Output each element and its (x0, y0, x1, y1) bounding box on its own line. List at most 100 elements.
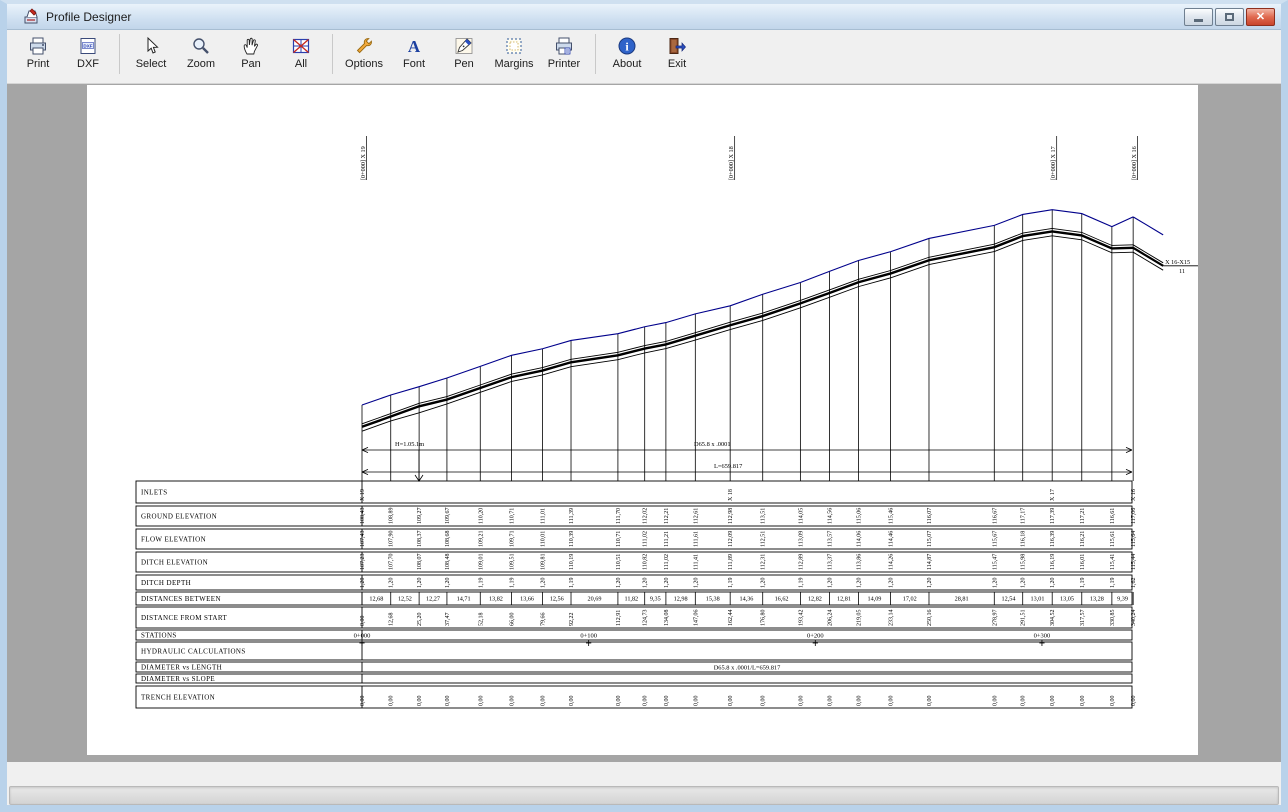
svg-text:DISTANCE FROM START: DISTANCE FROM START (141, 614, 228, 622)
svg-text:H=1.05.1m: H=1.05.1m (395, 441, 424, 448)
svg-text:14,71: 14,71 (457, 596, 471, 603)
svg-text:1,20: 1,20 (761, 578, 767, 589)
app-icon (24, 8, 38, 24)
svg-text:12,68: 12,68 (369, 596, 383, 603)
select-button[interactable]: Select (126, 32, 176, 76)
svg-text:1,19: 1,19 (1110, 578, 1116, 589)
svg-text:116,01: 116,01 (1080, 554, 1086, 570)
svg-text:15,38: 15,38 (706, 596, 720, 603)
svg-text:12,98: 12,98 (674, 596, 688, 603)
svg-text:12,56: 12,56 (550, 596, 564, 603)
svg-text:1,20: 1,20 (1021, 578, 1027, 589)
svg-text:109,67: 109,67 (445, 508, 451, 525)
svg-text:278,97: 278,97 (992, 610, 998, 627)
minimize-button[interactable] (1184, 7, 1213, 26)
svg-text:110,20: 110,20 (478, 508, 484, 524)
svg-text:0,00: 0,00 (360, 696, 366, 707)
svg-text:109,71: 109,71 (510, 531, 516, 548)
svg-text:HYDRAULIC CALCULATIONS: HYDRAULIC CALCULATIONS (141, 648, 246, 656)
svg-text:193,42: 193,42 (798, 610, 804, 627)
exit-button[interactable]: Exit (652, 32, 702, 76)
svg-text:14,09: 14,09 (867, 596, 881, 603)
about-button[interactable]: i About (602, 32, 652, 76)
svg-text:0,00: 0,00 (693, 696, 699, 707)
svg-text:20,69: 20,69 (588, 596, 602, 603)
close-button[interactable]: ✕ (1246, 7, 1275, 26)
pen-button[interactable]: Pen (439, 32, 489, 76)
svg-text:0,00: 0,00 (1050, 696, 1056, 707)
svg-text:111,61: 111,61 (693, 531, 699, 547)
pan-button[interactable]: Pan (226, 32, 276, 76)
svg-text:0+000: 0+000 (354, 632, 371, 639)
svg-text:112,09: 112,09 (728, 531, 734, 547)
all-button[interactable]: All (276, 32, 326, 76)
svg-text:116,21: 116,21 (1080, 531, 1086, 547)
svg-text:0,00: 0,00 (1021, 696, 1027, 707)
svg-text:113,09: 113,09 (798, 531, 804, 547)
font-button[interactable]: A Font (389, 32, 439, 76)
svg-text:0,00: 0,00 (888, 696, 894, 707)
maximize-button[interactable] (1215, 7, 1244, 26)
svg-text:176,80: 176,80 (761, 610, 767, 627)
svg-text:291,51: 291,51 (1021, 610, 1027, 627)
svg-text:25,20: 25,20 (417, 613, 423, 627)
svg-text:117,39: 117,39 (1050, 508, 1056, 524)
svg-text:INLETS: INLETS (141, 489, 168, 497)
svg-text:1,19: 1,19 (728, 578, 734, 589)
svg-text:115,67: 115,67 (992, 531, 998, 547)
svg-text:115,41: 115,41 (1110, 554, 1116, 570)
svg-text:109,81: 109,81 (541, 554, 547, 571)
svg-text:12,52: 12,52 (398, 596, 412, 603)
svg-text:107,90: 107,90 (389, 531, 395, 548)
svg-text:1,20: 1,20 (360, 578, 366, 589)
svg-text:0+100: 0+100 (580, 632, 597, 639)
svg-text:12,81: 12,81 (837, 596, 851, 603)
printer-setup-icon (556, 37, 572, 55)
toolbar-label: Exit (667, 58, 687, 70)
svg-text:DIAMETER vs SLOPE: DIAMETER vs SLOPE (141, 675, 215, 683)
maximize-icon (1225, 12, 1234, 21)
svg-text:1,20: 1,20 (888, 578, 894, 589)
svg-text:12,54: 12,54 (1002, 596, 1016, 603)
zoom-button[interactable]: Zoom (176, 32, 226, 76)
svg-text:113,57: 113,57 (827, 531, 833, 547)
options-button[interactable]: Options (339, 32, 389, 76)
minimize-icon (1194, 18, 1203, 22)
svg-text:0,00: 0,00 (664, 696, 670, 707)
svg-text:116,07: 116,07 (927, 508, 933, 524)
svg-text:13,01: 13,01 (1030, 596, 1044, 603)
svg-text:X 17: X 17 (1050, 489, 1056, 501)
print-button[interactable]: Print (13, 32, 63, 76)
close-icon: ✕ (1255, 11, 1266, 23)
svg-text:GROUND ELEVATION: GROUND ELEVATION (141, 513, 217, 521)
svg-text:0,00: 0,00 (417, 696, 423, 707)
svg-text:0,00: 0,00 (389, 696, 395, 707)
wrench-icon (356, 38, 372, 54)
svg-text:FLOW ELEVATION: FLOW ELEVATION (141, 536, 206, 544)
margins-button[interactable]: Margins (489, 32, 539, 76)
svg-text:109,27: 109,27 (417, 508, 423, 525)
svg-text:116,67: 116,67 (992, 508, 998, 524)
svg-text:110,71: 110,71 (616, 531, 622, 547)
titlebar: Profile Designer ✕ (7, 4, 1281, 30)
svg-text:115,07: 115,07 (927, 531, 933, 547)
svg-text:0,00: 0,00 (827, 696, 833, 707)
horizontal-scrollbar[interactable] (9, 786, 1279, 805)
svg-text:37,47: 37,47 (445, 613, 451, 627)
svg-text:147,06: 147,06 (693, 610, 699, 627)
svg-text:1,20: 1,20 (827, 578, 833, 589)
svg-text:107,70: 107,70 (389, 554, 395, 571)
svg-text:0,00: 0,00 (761, 696, 767, 707)
svg-text:0,00: 0,00 (478, 696, 484, 707)
svg-text:110,19: 110,19 (569, 554, 575, 570)
printer-setup-button[interactable]: Printer (539, 32, 589, 76)
svg-text:1,20: 1,20 (927, 578, 933, 589)
svg-text:[0+000] X 16: [0+000] X 16 (1131, 146, 1138, 180)
svg-text:0,00: 0,00 (643, 696, 649, 707)
svg-text:340,24: 340,24 (1131, 610, 1137, 627)
info-circle-icon: i (618, 37, 636, 55)
svg-text:115,06: 115,06 (856, 508, 862, 524)
dxf-button[interactable]: DXF DXF (63, 32, 113, 76)
svg-text:1,20: 1,20 (616, 578, 622, 589)
svg-text:110,01: 110,01 (541, 531, 547, 547)
